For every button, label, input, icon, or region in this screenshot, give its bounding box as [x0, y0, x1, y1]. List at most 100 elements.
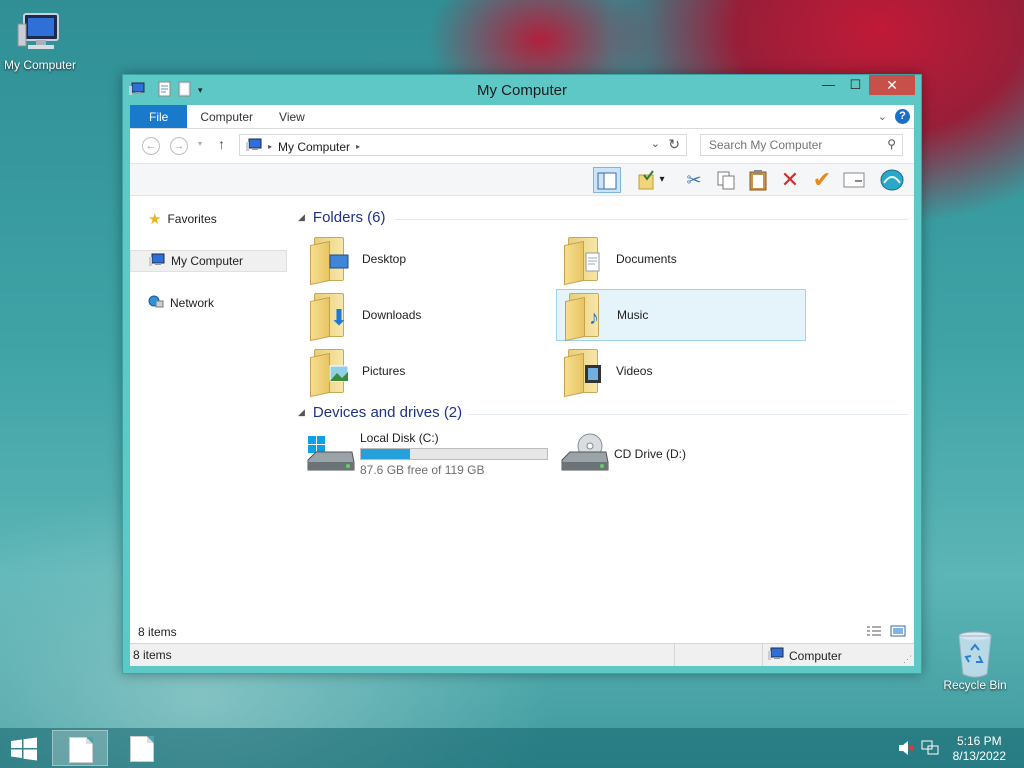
drive-label: Local Disk (C:)	[360, 431, 439, 445]
system-clock[interactable]: 5:16 PM 8/13/2022	[953, 734, 1006, 764]
paste-icon[interactable]	[744, 167, 772, 193]
folder-tile-desktop[interactable]: Desktop	[302, 233, 552, 286]
details-status: 8 items	[130, 623, 914, 643]
windows-logo-icon	[11, 737, 37, 761]
preview-pane-icon[interactable]	[593, 167, 621, 193]
group-header-drives[interactable]: ◢ Devices and drives (2)	[298, 404, 462, 421]
group-divider	[468, 414, 908, 415]
folder-tile-music[interactable]: ♪ Music	[556, 289, 806, 342]
star-icon: ★	[148, 211, 162, 228]
chevron-right-icon[interactable]: ▸	[356, 142, 360, 151]
sidebar-item-label: My Computer	[171, 254, 244, 268]
chevron-right-icon[interactable]: ▸	[268, 142, 272, 151]
window-title: My Computer	[476, 82, 568, 99]
folder-tile-downloads[interactable]: ⬇ Downloads	[302, 289, 552, 342]
computer-icon	[246, 138, 262, 155]
desktop-icon-my-computer[interactable]: My Computer	[0, 10, 80, 72]
up-arrow-icon[interactable]: ↑	[218, 136, 225, 152]
desktop-icon-label: Recycle Bin	[943, 678, 1007, 692]
chevron-down-icon[interactable]: ▾	[655, 167, 669, 193]
large-icons-view-icon[interactable]	[890, 625, 906, 640]
address-bar[interactable]: ▸ My Computer ▸ ⌄ ↻	[239, 134, 687, 156]
group-divider	[394, 219, 908, 220]
window-controls: — ☐ ✕	[815, 75, 915, 95]
drive-tile-local-disk[interactable]: Local Disk (C:) 87.6 GB free of 119 GB	[302, 429, 552, 479]
command-toolbar: ▾ ✂ ✕ ✔	[130, 163, 914, 196]
taskbar-app-explorer[interactable]	[52, 730, 108, 766]
cd-drive-icon	[560, 432, 610, 476]
drive-label: CD Drive (D:)	[614, 447, 686, 461]
expand-ribbon-icon[interactable]: ⌄	[878, 110, 887, 123]
window-body: File Computer View ⌄ ? ← → ▾ ↑ ▸ My Comp…	[130, 105, 914, 666]
tab-computer[interactable]: Computer	[187, 105, 266, 128]
details-view-icon[interactable]	[866, 625, 882, 640]
network-tray-icon[interactable]	[921, 740, 939, 759]
recycle-bin-icon	[951, 630, 999, 678]
resize-grip-icon[interactable]: ⋰	[903, 654, 912, 665]
copy-icon[interactable]	[712, 167, 740, 193]
folder-tile-videos[interactable]: Videos	[556, 345, 806, 398]
help-icon[interactable]: ?	[895, 109, 910, 124]
group-header-folders[interactable]: ◢ Folders (6)	[298, 209, 385, 226]
tab-file[interactable]: File	[130, 105, 188, 128]
status-bar: 8 items Computer ⋰	[130, 643, 914, 666]
drive-usage-bar	[360, 448, 548, 460]
maximize-button[interactable]: ☐	[842, 75, 869, 95]
clock-time: 5:16 PM	[956, 734, 1002, 748]
search-icon[interactable]: ⚲	[887, 137, 896, 151]
folder-tile-pictures[interactable]: Pictures	[302, 345, 552, 398]
minimize-button[interactable]: —	[815, 75, 842, 95]
computer-icon	[16, 10, 64, 54]
status-item-count: 8 items	[133, 648, 172, 662]
search-box: ⚲	[700, 134, 903, 156]
sidebar-item-my-computer[interactable]: My Computer	[130, 250, 287, 272]
folder-label: Videos	[616, 364, 653, 378]
folder-label: Music	[617, 308, 649, 322]
delete-icon[interactable]: ✕	[776, 167, 804, 193]
document-icon	[69, 737, 93, 763]
search-input[interactable]	[701, 135, 871, 155]
taskbar-app-document[interactable]	[114, 730, 170, 766]
drive-tile-cd-drive[interactable]: CD Drive (D:)	[556, 429, 806, 479]
folder-downloads-icon: ⬇	[310, 291, 354, 342]
rename-check-icon[interactable]: ✔	[808, 167, 836, 193]
collapse-icon[interactable]: ◢	[298, 212, 305, 223]
cut-icon[interactable]: ✂	[680, 167, 708, 193]
shell-icon[interactable]	[878, 167, 906, 193]
separator	[674, 644, 675, 666]
desktop-icon-recycle-bin[interactable]: Recycle Bin	[935, 630, 1015, 692]
folder-videos-icon	[564, 347, 608, 398]
ribbon-tabs: File Computer View ⌄ ?	[130, 105, 914, 129]
address-row: ← → ▾ ↑ ▸ My Computer ▸ ⌄ ↻ ⚲	[130, 129, 914, 163]
properties-dialog-icon[interactable]	[840, 167, 868, 193]
collapse-icon[interactable]: ◢	[298, 407, 305, 418]
desktop-icon-label: My Computer	[3, 58, 77, 72]
recent-locations-icon[interactable]: ▾	[198, 139, 202, 148]
taskbar: 5:16 PM 8/13/2022	[0, 728, 1024, 768]
network-icon	[148, 295, 164, 312]
tab-view[interactable]: View	[266, 105, 318, 128]
refresh-icon[interactable]: ↻	[668, 136, 680, 153]
forward-button[interactable]: →	[170, 137, 188, 155]
explorer-window: ▾ My Computer — ☐ ✕ File Computer View ⌄…	[122, 74, 922, 674]
sidebar-item-favorites[interactable]: ★ Favorites	[130, 208, 287, 230]
chevron-down-icon[interactable]: ⌄	[651, 137, 660, 150]
item-count: 8 items	[138, 625, 177, 639]
close-button[interactable]: ✕	[869, 75, 915, 95]
sidebar-item-network[interactable]: Network	[130, 292, 287, 314]
folder-desktop-icon	[310, 235, 354, 286]
title-bar[interactable]: ▾ My Computer — ☐ ✕	[123, 75, 921, 105]
hard-drive-icon	[306, 432, 356, 476]
start-button[interactable]	[10, 737, 38, 764]
volume-muted-icon[interactable]	[898, 740, 914, 759]
folder-pictures-icon	[310, 347, 354, 398]
status-location: Computer	[789, 648, 842, 663]
folder-music-icon: ♪	[565, 291, 609, 342]
document-icon	[130, 736, 154, 762]
sidebar-item-label: Favorites	[167, 212, 217, 226]
sidebar-item-label: Network	[170, 296, 215, 310]
folder-tile-documents[interactable]: Documents	[556, 233, 806, 286]
breadcrumb[interactable]: My Computer	[278, 140, 350, 154]
back-button[interactable]: ←	[142, 137, 160, 155]
content-pane: ◢ Folders (6) Desktop Documents ⬇ Downlo…	[288, 197, 914, 623]
